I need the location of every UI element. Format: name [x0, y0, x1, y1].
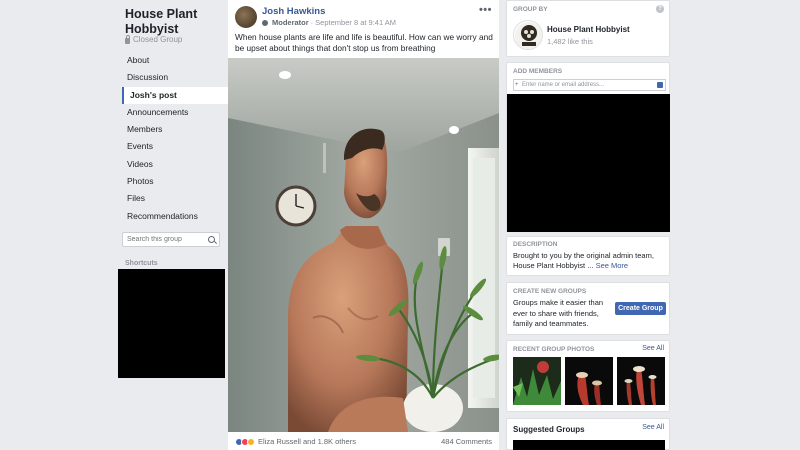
add-members-input[interactable]: + Enter name or email address...: [513, 79, 666, 91]
group-page-name[interactable]: House Plant Hobbyist: [547, 25, 630, 34]
nav-item-about[interactable]: About: [122, 52, 228, 69]
shortcuts-heading: Shortcuts: [125, 260, 158, 267]
messenger-icon[interactable]: [657, 82, 663, 88]
add-plus-icon: +: [515, 82, 519, 88]
add-members-placeholder: Enter name or email address...: [522, 82, 605, 88]
recent-photos-heading: RECENT GROUP PHOTOS: [513, 346, 595, 353]
shortcuts-redacted: [118, 269, 225, 378]
suggested-groups-title: Suggested Groups: [513, 425, 585, 434]
create-groups-heading: CREATE NEW GROUPS: [513, 288, 587, 295]
group-search-input[interactable]: [123, 233, 203, 246]
recent-photo-3-image: [617, 357, 665, 405]
post-photo-illustration: [228, 58, 499, 432]
see-more-link[interactable]: See More: [596, 261, 629, 270]
recent-photo-1-image: [513, 357, 561, 405]
create-groups-card: CREATE NEW GROUPS Groups make it easier …: [506, 282, 670, 335]
moderator-badge-icon: [262, 19, 268, 26]
post-card: Josh Hawkins Moderator · September 8 at …: [228, 0, 499, 450]
search-icon[interactable]: [208, 236, 215, 243]
group-by-card: GROUP BY ? House Plant Hobbyist 1,482 li…: [506, 0, 670, 57]
reactions-summary[interactable]: Eliza Russell and 1.8K others: [235, 437, 356, 446]
add-members-redacted: [507, 94, 670, 232]
recent-photos-card: RECENT GROUP PHOTOS See All: [506, 340, 670, 412]
description-card: DESCRIPTION Brought to you by the origin…: [506, 236, 670, 276]
post-photo[interactable]: [228, 58, 499, 432]
group-page-likes: 1,482 like this: [547, 37, 593, 46]
nav-item-files[interactable]: Files: [122, 190, 228, 207]
group-page-logo: [515, 22, 542, 49]
haha-reaction-icon: [247, 437, 255, 446]
recent-photo-thumb[interactable]: [617, 357, 665, 405]
suggested-groups-card: Suggested Groups See All: [506, 418, 670, 450]
suggested-see-all[interactable]: See All: [642, 424, 664, 431]
create-group-button[interactable]: Create Group: [615, 302, 666, 315]
description-body: Brought to you by the original admin tea…: [513, 251, 665, 271]
recent-photos-see-all[interactable]: See All: [642, 345, 664, 352]
nav-item-josh-post[interactable]: Josh's post: [122, 86, 228, 104]
post-role: Moderator: [272, 18, 309, 27]
author-avatar[interactable]: [235, 6, 257, 28]
help-icon[interactable]: ?: [656, 5, 664, 13]
meta-separator: ·: [310, 18, 314, 27]
suggested-groups-redacted: [513, 440, 665, 450]
group-privacy: Closed Group: [125, 34, 183, 44]
comments-count[interactable]: 484 Comments: [441, 437, 492, 446]
post-date[interactable]: September 8 at 9:41 AM: [315, 18, 396, 27]
recent-photo-thumb[interactable]: [565, 357, 613, 405]
left-sidebar: House Plant Hobbyist Closed Group About …: [118, 0, 228, 450]
group-title[interactable]: House Plant Hobbyist: [125, 7, 225, 37]
add-members-card: ADD MEMBERS + Enter name or email addres…: [506, 62, 670, 232]
description-text: Brought to you by the original admin tea…: [513, 251, 654, 270]
group-by-heading: GROUP BY: [513, 6, 548, 13]
more-options-icon[interactable]: •••: [479, 4, 492, 16]
nav-item-photos[interactable]: Photos: [122, 173, 228, 190]
nav-item-recommendations[interactable]: Recommendations: [122, 208, 228, 225]
group-search: [122, 232, 220, 247]
lock-icon: [125, 34, 130, 44]
add-members-heading: ADD MEMBERS: [513, 68, 563, 75]
group-page-avatar[interactable]: [513, 20, 543, 50]
recent-photo-thumb[interactable]: [513, 357, 561, 405]
create-groups-text: Groups make it easier than ever to share…: [513, 298, 604, 328]
nav-item-discussion[interactable]: Discussion: [122, 69, 228, 86]
nav-item-announcements[interactable]: Announcements: [122, 104, 228, 121]
post-text: When house plants are life and life is b…: [235, 32, 493, 53]
reactions-text: Eliza Russell and 1.8K others: [258, 437, 356, 446]
group-nav: About Discussion Josh's post Announcemen…: [122, 52, 228, 225]
post-author[interactable]: Josh Hawkins: [262, 6, 325, 17]
group-privacy-label: Closed Group: [133, 35, 183, 44]
nav-item-videos[interactable]: Videos: [122, 156, 228, 173]
description-heading: DESCRIPTION: [513, 241, 558, 248]
nav-item-events[interactable]: Events: [122, 138, 228, 155]
post-meta: Moderator · September 8 at 9:41 AM: [262, 18, 396, 27]
nav-item-members[interactable]: Members: [122, 121, 228, 138]
recent-photo-2-image: [565, 357, 613, 405]
